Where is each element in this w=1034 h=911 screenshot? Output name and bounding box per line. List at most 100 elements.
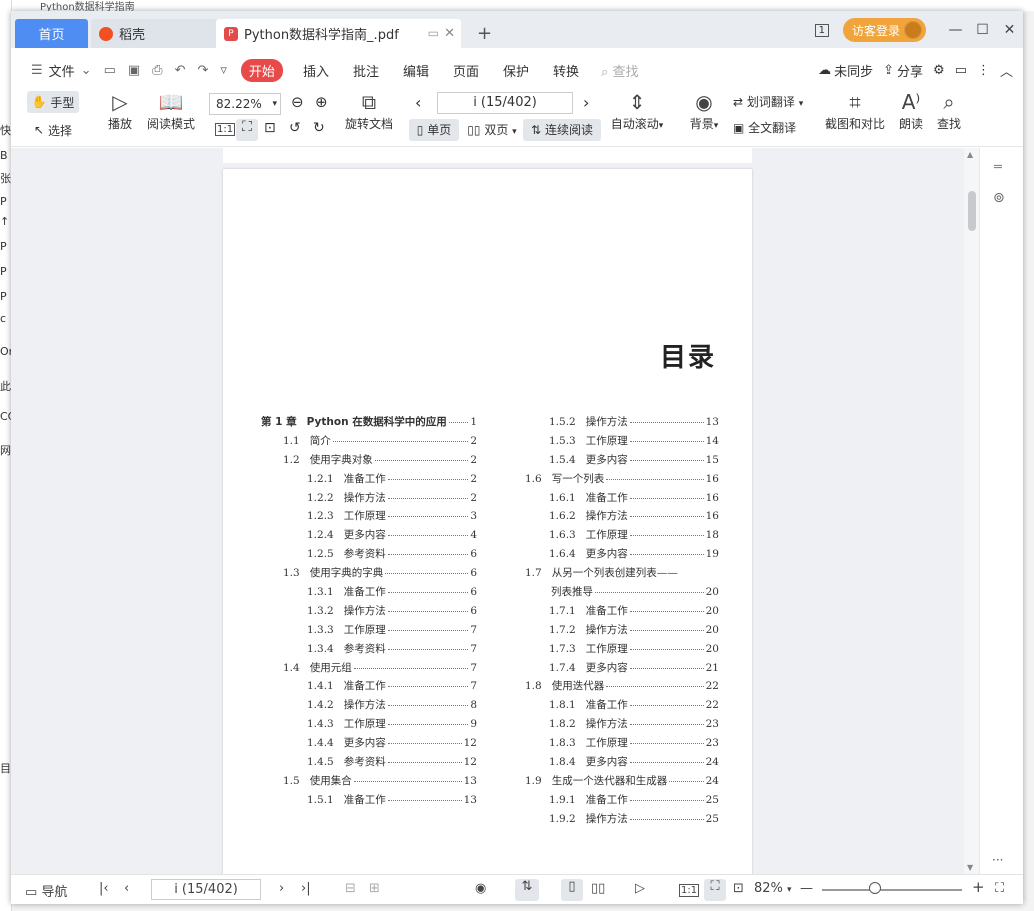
menu-tab-annotate[interactable]: 批注 <box>353 61 379 80</box>
panel-menu-icon[interactable]: ═ <box>994 160 1002 175</box>
toc-entry[interactable]: 1.3 使用字典的字典 6 <box>261 564 477 584</box>
toc-entry[interactable]: 列表推导 20 <box>525 583 719 602</box>
tab-home[interactable]: 首页 <box>15 19 88 48</box>
zoom-plus-icon[interactable]: + <box>972 878 985 896</box>
select-tool-button[interactable]: ↖ 选择 <box>27 119 79 141</box>
fullscreen-icon[interactable]: ⛶ <box>995 881 1004 896</box>
toc-entry[interactable]: 1.9 生成一个迭代器和生成器 24 <box>525 771 719 791</box>
double-page-mode-icon[interactable]: ▯▯ <box>591 881 605 896</box>
status-page-input[interactable]: i (15/402) <box>151 879 261 900</box>
toc-entry[interactable]: 1.6.3 工作原理 18 <box>525 526 719 546</box>
page-number-input[interactable]: i (15/402) <box>437 92 573 114</box>
minimize-button[interactable]: — <box>942 22 969 38</box>
file-menu[interactable]: ☰ 文件 ⌄ <box>25 61 98 80</box>
toc-entry[interactable]: 1.4.5 参考资料 12 <box>261 753 477 772</box>
read-mode-button[interactable]: 📖 阅读模式 <box>145 91 197 132</box>
toc-entry[interactable]: 1.9.1 准备工作 25 <box>525 790 719 810</box>
hand-tool-button[interactable]: ✋ 手型 <box>27 91 79 113</box>
toc-entry[interactable]: 1.6.4 更多内容 19 <box>525 545 719 565</box>
collapse-ribbon-icon[interactable]: ︿ <box>1000 61 1013 80</box>
zoom-minus-icon[interactable]: — <box>800 881 813 896</box>
vertical-scrollbar[interactable]: ▲ ▼ <box>964 148 979 874</box>
previous-page-icon[interactable]: ‹ <box>415 93 421 112</box>
share-label[interactable]: 分享 <box>897 61 923 80</box>
menu-tab-edit[interactable]: 编辑 <box>403 61 429 80</box>
toc-entry[interactable]: 1.5.4 更多内容 15 <box>525 450 719 470</box>
last-page-icon[interactable]: ›| <box>301 881 311 896</box>
toc-entry[interactable]: 1.9.2 操作方法 25 <box>525 809 719 829</box>
zoom-slider-track[interactable] <box>822 889 962 891</box>
share-icon[interactable]: ⇪ <box>883 63 894 78</box>
navigation-toggle[interactable]: ▭ 导航 <box>25 881 67 900</box>
settings-gear-icon[interactable]: ⚙ <box>933 63 945 78</box>
scroll-up-icon[interactable]: ▲ <box>967 150 973 159</box>
maximize-button[interactable]: ☐ <box>969 22 996 38</box>
search-text-icon[interactable]: ⊚ <box>993 190 1005 206</box>
first-page-icon[interactable]: |‹ <box>99 881 109 896</box>
scroll-down-icon[interactable]: ▼ <box>967 863 973 872</box>
toc-entry[interactable]: 1.2.4 更多内容 4 <box>261 526 477 546</box>
toc-entry[interactable]: 1.3.4 参考资料 7 <box>261 639 477 659</box>
dock-window-icon[interactable]: ▭ <box>428 26 439 40</box>
toc-entry[interactable]: 1.7.4 更多内容 21 <box>525 658 719 678</box>
single-page-mode-icon[interactable]: ▯ <box>561 879 583 901</box>
toc-entry[interactable]: 1.3.1 准备工作 6 <box>261 583 477 602</box>
close-tab-icon[interactable]: ✕ <box>444 26 455 41</box>
toc-entry[interactable]: 1.4.2 操作方法 8 <box>261 696 477 716</box>
more-options-icon[interactable]: ··· <box>992 853 1003 867</box>
screenshot-compare-button[interactable]: ⌗ 截图和对比 <box>823 91 887 132</box>
background-button[interactable]: ◉ 背景▾ <box>685 91 723 132</box>
toc-entry[interactable]: 1.2 使用字典对象 2 <box>261 450 477 470</box>
actual-size-icon[interactable]: 1:1 <box>215 123 236 136</box>
open-folder-icon[interactable]: ▭ <box>104 63 116 78</box>
comment-icon[interactable]: ▭ <box>955 63 967 78</box>
window-count-badge[interactable]: 1 <box>814 23 829 37</box>
tab-pdf-document[interactable]: P Python数据科学指南_.pdf ▭ ✕ <box>216 19 461 48</box>
status-zoom-select[interactable]: 82% ▾ <box>754 881 792 896</box>
save-icon[interactable]: ▣ <box>128 63 140 78</box>
toc-entry[interactable]: 1.6.2 操作方法 16 <box>525 507 719 527</box>
forward-icon[interactable]: ⊞ <box>369 881 380 896</box>
toc-entry[interactable]: 1.8.2 操作方法 23 <box>525 715 719 735</box>
fit-page-icon[interactable]: ⛶ <box>704 879 726 901</box>
menu-tab-page[interactable]: 页面 <box>453 61 479 80</box>
tab-daoke[interactable]: 稻壳 <box>91 19 219 48</box>
next-page-icon[interactable]: › <box>279 881 284 896</box>
quick-access-dropdown-icon[interactable]: ▿ <box>220 63 227 78</box>
menu-search[interactable]: ⌕ 查找 <box>601 61 638 80</box>
menu-tab-convert[interactable]: 转换 <box>553 61 579 80</box>
word-translate-button[interactable]: ⇄ 划词翻译 ▾ <box>733 93 815 110</box>
guest-login-button[interactable]: 访客登录 <box>842 18 926 42</box>
toc-entry[interactable]: 1.6.1 准备工作 16 <box>525 488 719 508</box>
find-button[interactable]: ⌕ 查找 <box>935 91 963 132</box>
cloud-sync-icon[interactable]: ☁ <box>818 63 831 78</box>
document-viewport[interactable]: 目录 第 1 章 Python 在数据科学中的应用 1 1.1 简介 2 1.2 使用字典对象… <box>11 148 979 874</box>
toc-entry[interactable]: 1.7.3 工作原理 20 <box>525 639 719 659</box>
menu-tab-start[interactable]: 开始 <box>240 58 283 82</box>
zoom-select[interactable]: 82.22% ▾ <box>209 93 281 115</box>
previous-page-icon[interactable]: ‹ <box>124 881 129 896</box>
scrollbar-thumb[interactable] <box>968 191 976 231</box>
toc-entry[interactable]: 1.8.3 工作原理 23 <box>525 734 719 754</box>
toc-entry[interactable]: 1.4.1 准备工作 7 <box>261 677 477 697</box>
toc-entry[interactable]: 第 1 章 Python 在数据科学中的应用 1 <box>261 413 477 432</box>
zoom-slider-thumb[interactable] <box>869 882 882 894</box>
rotate-left-icon[interactable]: ↺ <box>289 120 301 136</box>
toc-entry[interactable]: 1.6 写一个列表 16 <box>525 469 719 489</box>
single-page-button[interactable]: ▯ 单页 <box>409 119 459 141</box>
rotate-right-icon[interactable]: ↻ <box>313 120 325 136</box>
toc-entry[interactable]: 1.7.2 操作方法 20 <box>525 620 719 640</box>
toc-entry[interactable]: 1.4.3 工作原理 9 <box>261 715 477 735</box>
redo-icon[interactable]: ↷ <box>197 63 208 78</box>
toc-entry[interactable]: 1.5.1 准备工作 13 <box>261 790 477 810</box>
toc-entry[interactable]: 1.8.4 更多内容 24 <box>525 753 719 772</box>
toc-entry[interactable]: 1.2.5 参考资料 6 <box>261 545 477 565</box>
undo-icon[interactable]: ↶ <box>175 63 186 78</box>
read-aloud-button[interactable]: A⁾ 朗读 <box>897 91 925 132</box>
fit-page-icon[interactable]: ⛶ <box>236 119 258 141</box>
toc-entry[interactable]: 1.5.2 操作方法 13 <box>525 413 719 432</box>
fit-width-icon[interactable]: ⊡ <box>733 881 744 896</box>
full-translate-button[interactable]: ▣ 全文翻译 <box>733 119 815 136</box>
double-page-button[interactable]: ▯▯ 双页 ▾ <box>463 119 521 141</box>
toc-entry[interactable]: 1.8 使用迭代器 22 <box>525 677 719 697</box>
